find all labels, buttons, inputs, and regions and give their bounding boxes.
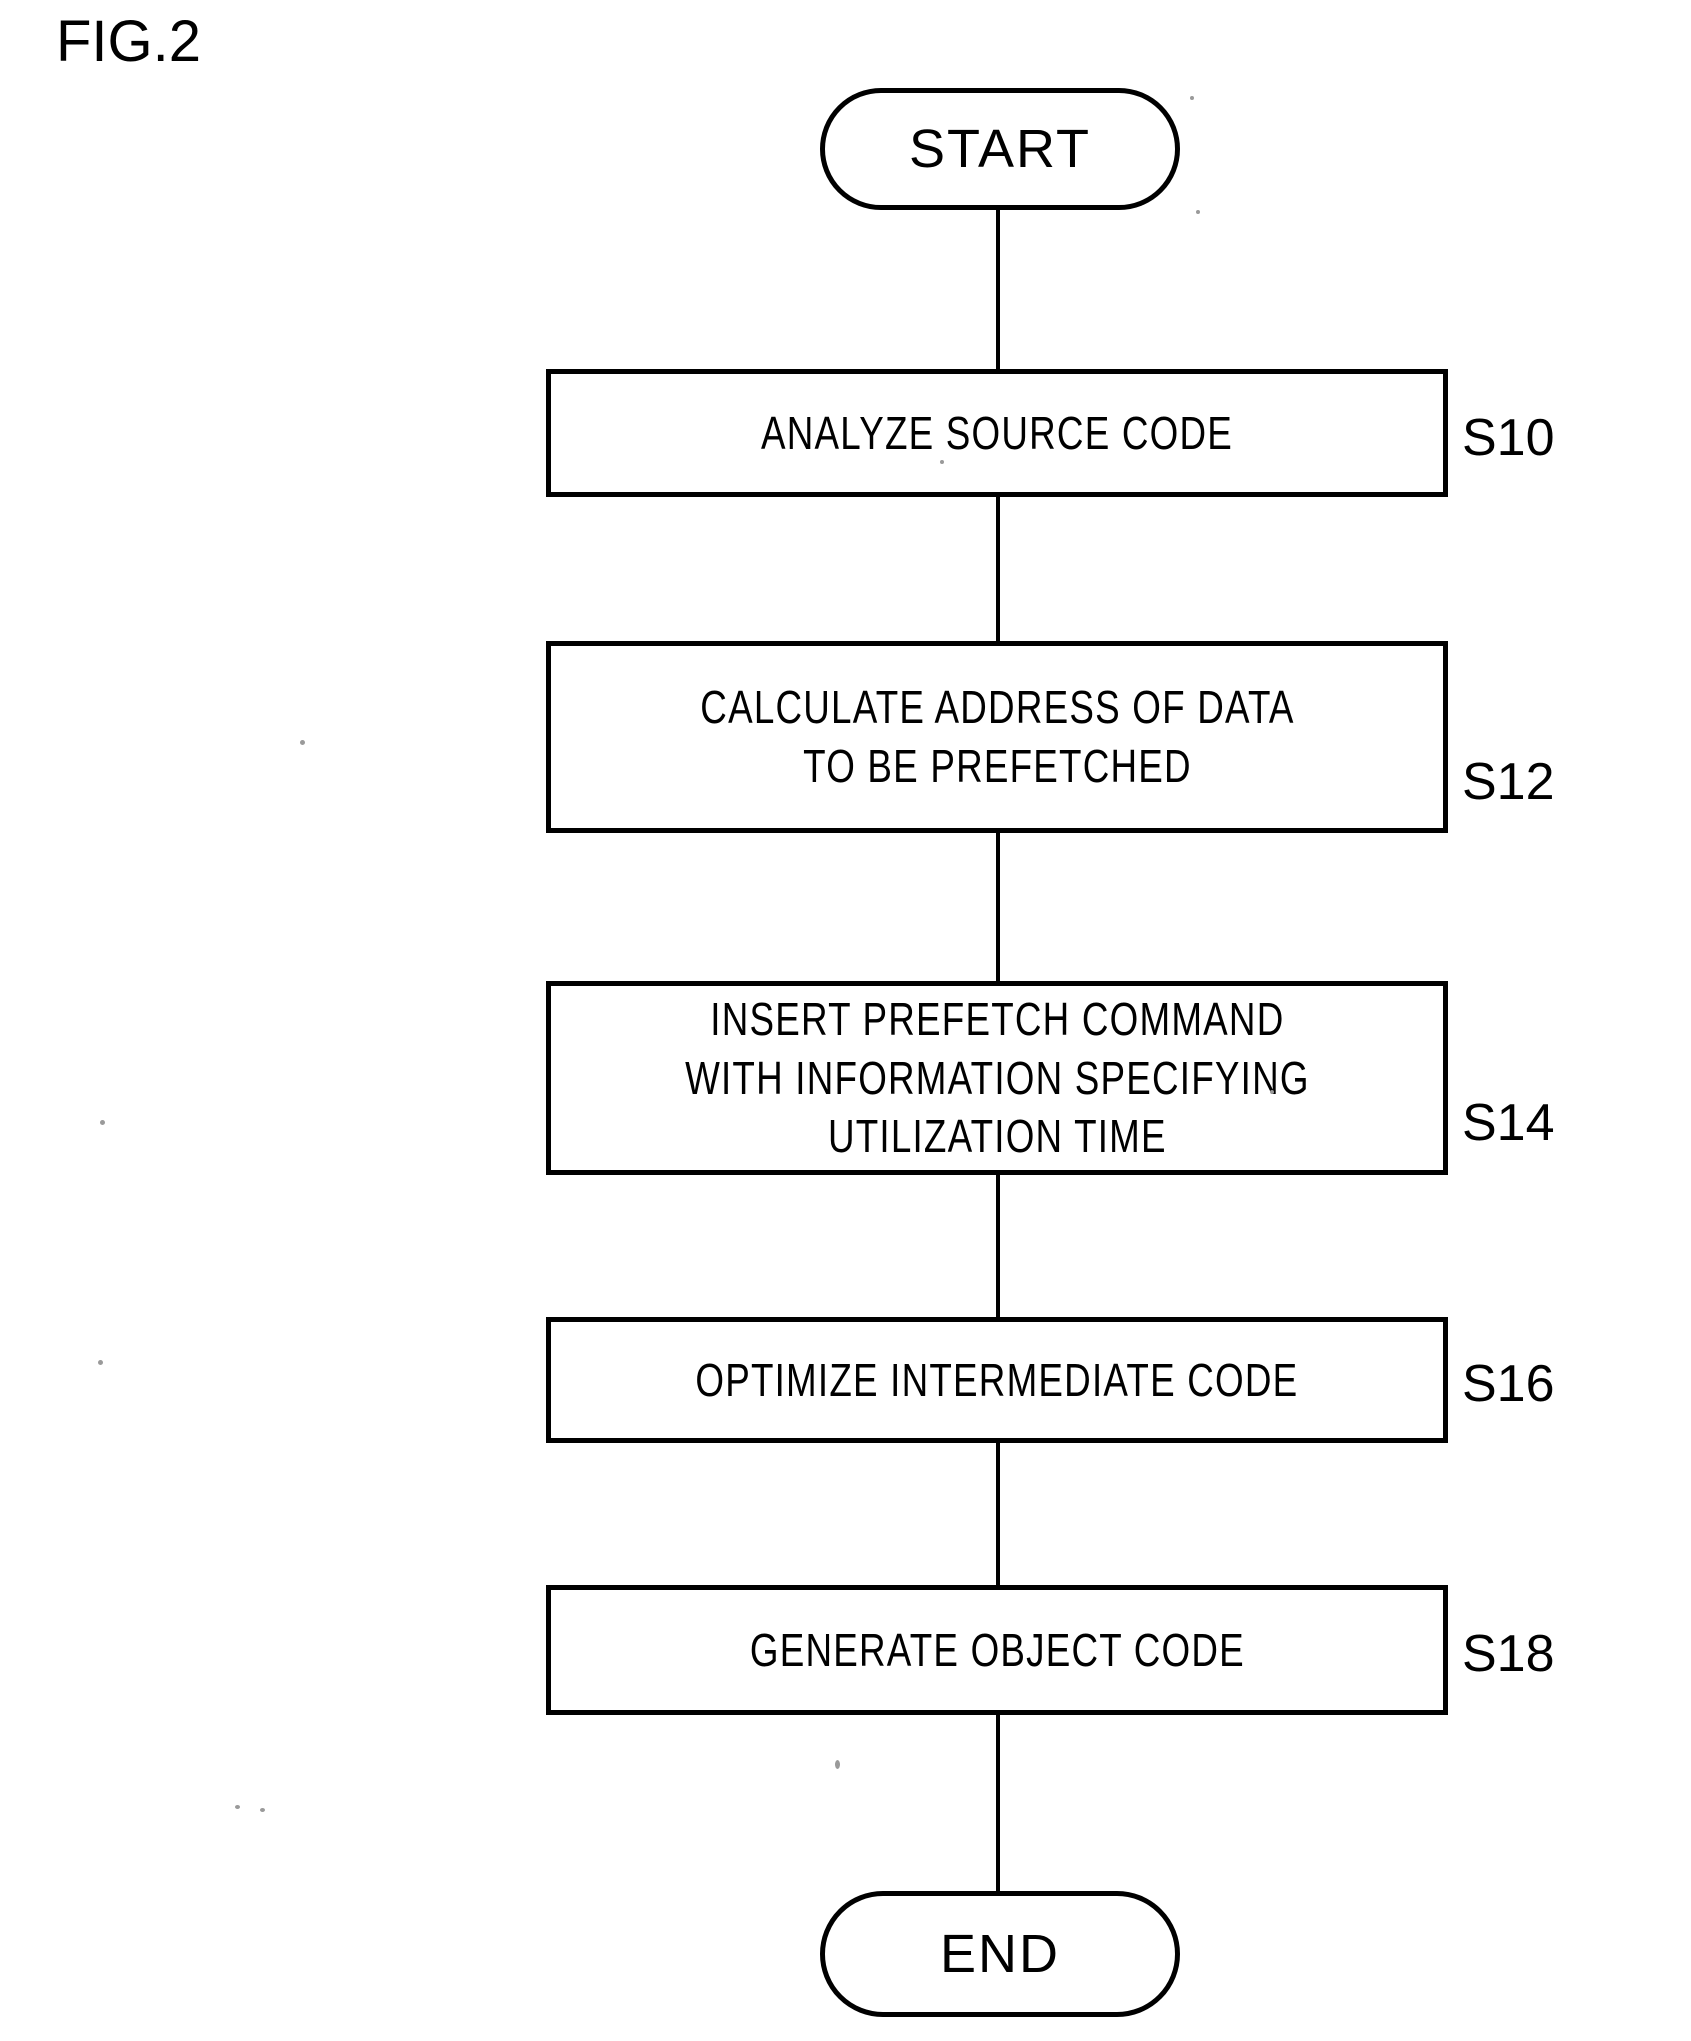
connector-s12-to-s14 (996, 831, 1000, 983)
flow-node-s16-line-1: OPTIMIZE INTERMEDIATE CODE (695, 1353, 1299, 1406)
connector-s10-to-s12 (996, 495, 1000, 643)
flow-node-end: END (820, 1891, 1180, 2017)
flow-node-s12-line-1: CALCULATE ADDRESS OF DATA (699, 681, 1295, 734)
connector-s14-to-s16 (996, 1173, 1000, 1319)
figure-title: FIG.2 (56, 9, 202, 74)
flow-node-s12-text: CALCULATE ADDRESS OF DATA TO BE PREFETCH… (700, 678, 1294, 796)
scan-speck (835, 1760, 840, 1769)
connector-s18-to-end (996, 1713, 1000, 1893)
step-ref-s18: S18 (1462, 1625, 1555, 1683)
flow-node-s14-line-3: UTILIZATION TIME (827, 1110, 1167, 1163)
flow-node-s10-text: ANALYZE SOURCE CODE (761, 404, 1233, 463)
connector-start-to-s10 (996, 208, 1000, 371)
flow-node-end-label: END (939, 1924, 1060, 1984)
scan-speck (260, 1808, 265, 1812)
flow-node-s18-line-1: GENERATE OBJECT CODE (749, 1623, 1245, 1676)
scan-speck (1190, 96, 1194, 100)
flow-node-s14-text: INSERT PREFETCH COMMAND WITH INFORMATION… (685, 990, 1310, 1167)
scan-speck (98, 1360, 103, 1365)
flow-node-s10-line-1: ANALYZE SOURCE CODE (760, 406, 1233, 459)
scan-speck (300, 740, 305, 745)
flow-node-start-label: START (908, 119, 1092, 179)
flow-node-s16-text: OPTIMIZE INTERMEDIATE CODE (695, 1351, 1298, 1410)
scan-speck (100, 1120, 105, 1125)
scan-speck (235, 1805, 240, 1809)
flow-node-s12: CALCULATE ADDRESS OF DATA TO BE PREFETCH… (546, 641, 1448, 833)
scan-speck (940, 460, 944, 464)
step-ref-s16: S16 (1462, 1355, 1555, 1413)
scan-speck (1196, 210, 1200, 214)
step-ref-s14: S14 (1462, 1094, 1555, 1152)
figure-canvas: FIG.2 START ANALYZE SOURCE CODE S10 CALC… (0, 0, 1691, 2041)
flow-node-s14: INSERT PREFETCH COMMAND WITH INFORMATION… (546, 981, 1448, 1175)
flow-node-s14-line-2: WITH INFORMATION SPECIFYING (684, 1051, 1310, 1104)
flow-node-s14-line-1: INSERT PREFETCH COMMAND (709, 992, 1285, 1045)
flow-node-s18: GENERATE OBJECT CODE (546, 1585, 1448, 1715)
step-ref-s10: S10 (1462, 409, 1555, 467)
step-ref-s12: S12 (1462, 753, 1555, 811)
flow-node-s12-line-2: TO BE PREFETCHED (802, 740, 1192, 792)
flow-node-s18-text: GENERATE OBJECT CODE (749, 1621, 1244, 1680)
flow-node-start: START (820, 88, 1180, 210)
scan-speck (1270, 1090, 1274, 1094)
connector-s16-to-s18 (996, 1441, 1000, 1587)
flow-node-s10: ANALYZE SOURCE CODE (546, 369, 1448, 497)
flow-node-s16: OPTIMIZE INTERMEDIATE CODE (546, 1317, 1448, 1443)
